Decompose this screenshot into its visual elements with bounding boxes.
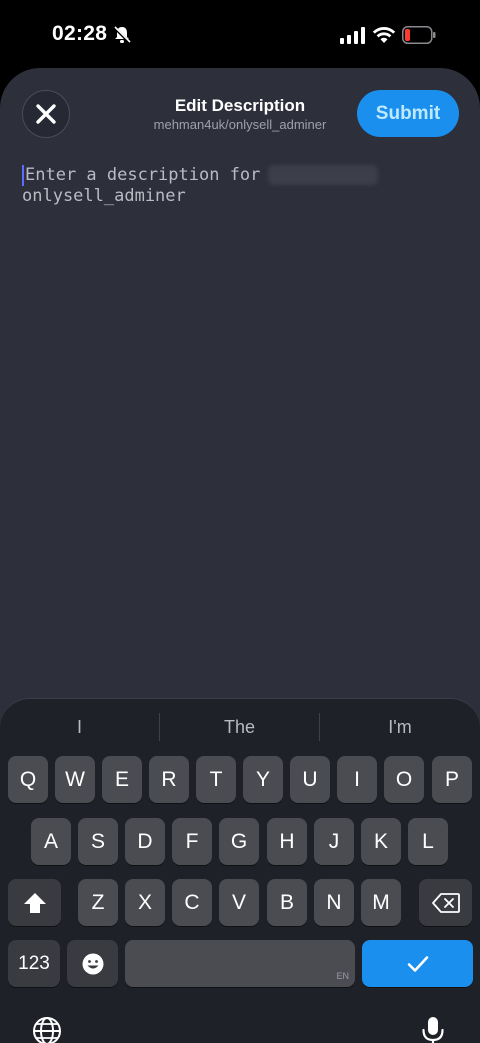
- suggestion-1[interactable]: I: [0, 713, 159, 741]
- key-u[interactable]: U: [290, 756, 330, 803]
- battery-icon: [402, 26, 436, 44]
- redacted-text: [268, 165, 379, 185]
- key-t[interactable]: T: [196, 756, 236, 803]
- backspace-key[interactable]: [419, 879, 472, 926]
- submit-button[interactable]: Submit: [357, 90, 459, 137]
- description-textarea[interactable]: Enter a description for onlysell_adminer: [22, 165, 462, 207]
- key-b[interactable]: B: [267, 879, 307, 926]
- microphone-icon[interactable]: [417, 1015, 449, 1043]
- shift-icon: [23, 892, 46, 913]
- numbers-key[interactable]: 123: [8, 940, 60, 987]
- wifi-icon: [372, 27, 396, 43]
- placeholder-line-2: onlysell_adminer: [22, 186, 186, 206]
- bell-muted-icon: [112, 25, 132, 45]
- key-d[interactable]: D: [125, 818, 165, 865]
- key-m[interactable]: M: [361, 879, 401, 926]
- checkmark-icon: [407, 955, 428, 972]
- key-y[interactable]: Y: [243, 756, 283, 803]
- key-q[interactable]: Q: [8, 756, 48, 803]
- suggestion-3[interactable]: I'm: [320, 713, 480, 741]
- placeholder-line-1: Enter a description for: [25, 165, 261, 185]
- space-key[interactable]: EN: [125, 940, 355, 987]
- key-p[interactable]: P: [432, 756, 472, 803]
- keyboard: I The I'm Q W E R T Y U I O P A S D F G …: [0, 698, 480, 1043]
- text-caret: [22, 165, 24, 186]
- key-o[interactable]: O: [384, 756, 424, 803]
- status-time: 02:28: [52, 22, 108, 45]
- key-n[interactable]: N: [314, 879, 354, 926]
- key-a[interactable]: A: [31, 818, 71, 865]
- suggestion-2[interactable]: The: [160, 713, 319, 741]
- globe-icon[interactable]: [31, 1015, 63, 1043]
- key-e[interactable]: E: [102, 756, 142, 803]
- keyboard-language: EN: [336, 971, 349, 981]
- signal-icon: [340, 27, 365, 44]
- key-f[interactable]: F: [172, 818, 212, 865]
- key-x[interactable]: X: [125, 879, 165, 926]
- key-c[interactable]: C: [172, 879, 212, 926]
- key-z[interactable]: Z: [78, 879, 118, 926]
- key-l[interactable]: L: [408, 818, 448, 865]
- backspace-icon: [431, 892, 460, 913]
- key-v[interactable]: V: [219, 879, 259, 926]
- shift-key[interactable]: [8, 879, 61, 926]
- status-bar: 02:28: [0, 0, 480, 68]
- emoji-key[interactable]: [67, 940, 118, 987]
- key-k[interactable]: K: [361, 818, 401, 865]
- key-s[interactable]: S: [78, 818, 118, 865]
- key-w[interactable]: W: [55, 756, 95, 803]
- key-j[interactable]: J: [314, 818, 354, 865]
- key-h[interactable]: H: [267, 818, 307, 865]
- key-g[interactable]: G: [219, 818, 259, 865]
- key-i[interactable]: I: [337, 756, 377, 803]
- emoji-icon: [82, 953, 103, 974]
- done-key[interactable]: [362, 940, 473, 987]
- key-r[interactable]: R: [149, 756, 189, 803]
